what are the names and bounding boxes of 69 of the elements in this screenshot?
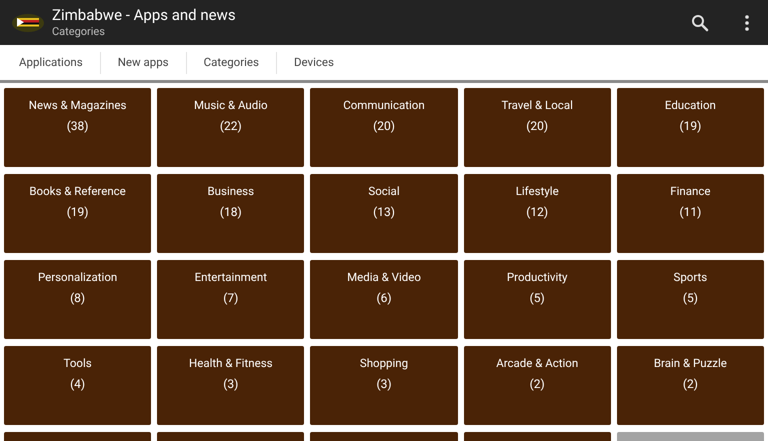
category-count: (2): [682, 377, 698, 391]
category-name: Arcade & Action: [496, 356, 578, 370]
category-tile[interactable]: Tools (4): [4, 346, 152, 425]
category-name: Shopping: [360, 356, 408, 370]
category-count: (8): [70, 291, 86, 305]
category-name: Communication: [343, 98, 425, 112]
category-name: Media & Video: [347, 270, 421, 284]
category-name: Brain & Puzzle: [654, 356, 727, 370]
tab[interactable]: New apps: [100, 48, 186, 78]
category-count: (12): [526, 205, 548, 219]
tab[interactable]: Devices: [276, 48, 351, 78]
category-tile[interactable]: Travel & Local (20): [464, 88, 611, 167]
category-tile[interactable]: Entertainment (7): [157, 260, 304, 339]
category-count: (20): [526, 119, 548, 133]
search-icon: [691, 14, 709, 32]
category-tile[interactable]: Business (18): [157, 174, 304, 253]
category-name: Entertainment: [194, 270, 267, 284]
category-count: (3): [376, 377, 392, 391]
category-tile[interactable]: Arcade & Action (2): [464, 346, 611, 425]
category-tile[interactable]: Communication (20): [310, 88, 458, 167]
category-name: Social: [368, 184, 400, 198]
category-tile[interactable]: News & Magazines (38): [4, 88, 152, 167]
category-tile[interactable]: Brain & Puzzle (2): [616, 346, 764, 425]
category-tile[interactable]: Media & Video (6): [310, 260, 458, 339]
category-count: (19): [680, 119, 702, 133]
category-tile[interactable]: Social (13): [310, 174, 458, 253]
category-tile[interactable]: Personalization (8): [4, 260, 152, 339]
category-name: Finance: [670, 184, 710, 198]
category-name: Productivity: [506, 270, 568, 284]
category-count: (11): [680, 205, 702, 219]
category-tile[interactable]: Music & Audio (22): [157, 88, 304, 167]
category-count: (3): [223, 377, 238, 391]
category-name: Books & Reference: [29, 184, 126, 198]
category-tile[interactable]: Shopping (3): [310, 346, 458, 425]
category-count: (22): [220, 119, 242, 133]
category-tile[interactable]: Health & Fitness (3): [157, 346, 304, 425]
category-name: Music & Audio: [194, 98, 268, 112]
category-count: (7): [223, 291, 238, 305]
category-count: (19): [66, 205, 88, 219]
category-tile[interactable]: Productivity (5): [464, 260, 611, 339]
category-count: (18): [220, 205, 242, 219]
menu-icon: [745, 14, 749, 30]
category-count: (20): [373, 119, 395, 133]
category-tile[interactable]: Books & Reference (19): [4, 174, 152, 253]
category-tile[interactable]: Finance (11): [616, 174, 764, 253]
category-name: News & Magazines: [28, 98, 126, 112]
category-count: (38): [66, 119, 88, 133]
category-name: Tools: [64, 356, 92, 370]
tab[interactable]: Categories: [186, 48, 276, 78]
category-name: Lifestyle: [516, 184, 559, 198]
flag-icon: [12, 14, 44, 32]
category-tile[interactable]: Sports (5): [616, 260, 764, 339]
category-count: (5): [682, 291, 698, 305]
category-name: Education: [664, 98, 716, 112]
app-title: Zimbabwe - Apps and news: [52, 8, 237, 23]
category-name: Business: [208, 184, 254, 198]
category-count: (4): [70, 377, 86, 391]
category-name: Personalization: [38, 270, 118, 284]
category-name: Health & Fitness: [189, 356, 273, 370]
category-count: (2): [530, 377, 545, 391]
category-tile[interactable]: Education (19): [616, 88, 764, 167]
category-count: (5): [530, 291, 545, 305]
category-count: (13): [373, 205, 395, 219]
category-name: Travel & Local: [502, 98, 573, 112]
app-subtitle: Categories: [52, 26, 106, 37]
category-tile[interactable]: Lifestyle (12): [464, 174, 611, 253]
category-count: (6): [376, 291, 392, 305]
tab[interactable]: Applications: [2, 48, 100, 78]
category-name: Sports: [674, 270, 708, 284]
